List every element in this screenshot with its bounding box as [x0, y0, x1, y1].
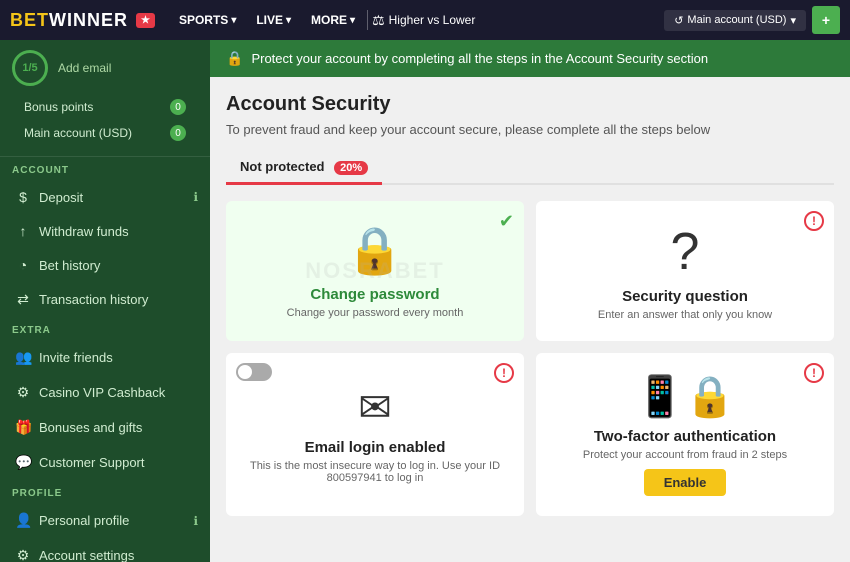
bonus-points-badge: 0 — [170, 99, 186, 115]
sidebar-main-account: Main account (USD) 0 — [12, 120, 198, 146]
security-question-card: ! ? Security question Enter an answer th… — [536, 201, 834, 341]
email-login-card: ! ✉ Email login enabled This is the most… — [226, 353, 524, 516]
higher-lower-nav[interactable]: ⚖ Higher vs Lower — [372, 12, 475, 29]
email-login-toggle[interactable] — [236, 363, 272, 381]
main-layout: 1/5 Add email Bonus points 0 Main accoun… — [0, 40, 850, 562]
protection-badge: 20% — [334, 161, 368, 175]
add-email-link[interactable]: Add email — [58, 61, 111, 75]
alert-lock-icon: 🔒 — [226, 50, 243, 67]
vip-icon: ⚙ — [15, 384, 31, 401]
more-chevron-icon: ▾ — [350, 15, 355, 26]
tab-not-protected[interactable]: Not protected 20% — [226, 151, 382, 185]
nav-balance: ↺ Main account (USD) ▾ + — [664, 6, 840, 34]
security-question-warn-icon: ! — [804, 211, 824, 231]
sidebar-item-transaction-history[interactable]: ⇄ Transaction history — [0, 282, 210, 317]
gift-icon: 🎁 — [15, 419, 31, 436]
sports-nav-item[interactable]: SPORTS ▾ — [171, 9, 244, 31]
withdraw-icon: ↑ — [15, 223, 31, 239]
logo: BETWINNER — [10, 10, 128, 31]
live-nav-item[interactable]: LIVE ▾ — [248, 9, 299, 31]
deposit-info-icon: ℹ — [193, 190, 198, 204]
sidebar-item-deposit[interactable]: $ Deposit ℹ — [0, 180, 210, 214]
support-icon: 💬 — [15, 454, 31, 471]
change-password-title: Change password — [310, 286, 439, 303]
nav-divider — [367, 10, 368, 30]
page-description: To prevent fraud and keep your account s… — [226, 122, 834, 137]
sidebar-item-support[interactable]: 💬 Customer Support — [0, 445, 210, 480]
email-login-title: Email login enabled — [305, 439, 446, 456]
refresh-icon: ↺ — [674, 14, 683, 27]
sidebar-item-bonuses[interactable]: 🎁 Bonuses and gifts — [0, 410, 210, 445]
account-button[interactable]: ↺ Main account (USD) ▾ — [664, 10, 806, 31]
two-factor-warn-icon: ! — [804, 363, 824, 383]
sidebar-item-personal-profile[interactable]: 👤 Personal profile ℹ — [0, 503, 210, 538]
password-status-ok-icon: ✔ — [499, 211, 514, 232]
sidebar-item-withdraw[interactable]: ↑ Withdraw funds — [0, 214, 210, 248]
content-inner: Account Security To prevent fraud and ke… — [210, 77, 850, 532]
extra-section-label: EXTRA — [0, 317, 210, 340]
progress-circle: 1/5 — [12, 50, 48, 86]
main-account-badge: 0 — [170, 125, 186, 141]
deposit-quick-button[interactable]: + — [812, 6, 840, 34]
settings-icon: ⚙ — [15, 547, 31, 562]
account-section-label: ACCOUNT — [0, 157, 210, 180]
main-content: 🔒 Protect your account by completing all… — [210, 40, 850, 562]
sidebar-item-casino-vip[interactable]: ⚙ Casino VIP Cashback — [0, 375, 210, 410]
email-login-desc: This is the most insecure way to log in.… — [242, 460, 508, 484]
alert-bar: 🔒 Protect your account by completing all… — [210, 40, 850, 77]
sidebar: 1/5 Add email Bonus points 0 Main accoun… — [0, 40, 210, 562]
email-card-icon: ✉ — [358, 385, 392, 431]
tabs-row: Not protected 20% — [226, 151, 834, 185]
change-password-desc: Change your password every month — [287, 307, 464, 319]
profile-section-label: PROFILE — [0, 480, 210, 503]
profile-icon: 👤 — [15, 512, 31, 529]
security-question-title: Security question — [622, 288, 748, 305]
page-title: Account Security — [226, 93, 834, 116]
enable-2fa-button[interactable]: Enable — [644, 469, 727, 496]
sidebar-top: 1/5 Add email Bonus points 0 Main accoun… — [0, 40, 210, 157]
account-chevron-icon: ▾ — [790, 14, 796, 27]
friends-icon: 👥 — [15, 349, 31, 366]
two-factor-title: Two-factor authentication — [594, 428, 776, 445]
transaction-icon: ⇄ — [15, 291, 31, 308]
nav-items: SPORTS ▾ LIVE ▾ MORE ▾ ⚖ Higher vs Lower — [171, 9, 475, 31]
logo-badge: ★ — [136, 13, 155, 28]
email-login-warn-icon: ! — [494, 363, 514, 383]
sidebar-item-account-settings[interactable]: ⚙ Account settings — [0, 538, 210, 562]
security-cards-grid: NOSRABET ✔ 🔒 Change password Change your… — [226, 201, 834, 516]
profile-info-icon: ℹ — [193, 514, 198, 528]
lock-card-icon: 🔒 — [346, 223, 403, 278]
two-factor-desc: Protect your account from fraud in 2 ste… — [583, 449, 787, 461]
change-password-card: NOSRABET ✔ 🔒 Change password Change your… — [226, 201, 524, 341]
sidebar-bonus-points: Bonus points 0 — [12, 94, 198, 120]
scale-icon: ⚖ — [372, 12, 385, 29]
sidebar-progress: 1/5 Add email — [12, 50, 198, 86]
clock-icon: ◔ — [15, 257, 31, 273]
live-chevron-icon: ▾ — [286, 15, 291, 26]
top-navigation: BETWINNER ★ SPORTS ▾ LIVE ▾ MORE ▾ ⚖ Hig… — [0, 0, 850, 40]
question-card-icon: ? — [671, 222, 700, 282]
phone-lock-icon: 📱🔒 — [635, 373, 735, 420]
sports-chevron-icon: ▾ — [231, 15, 236, 26]
dollar-icon: $ — [15, 189, 31, 205]
sidebar-item-invite-friends[interactable]: 👥 Invite friends — [0, 340, 210, 375]
sidebar-item-bet-history[interactable]: ◔ Bet history — [0, 248, 210, 282]
security-question-desc: Enter an answer that only you know — [598, 309, 772, 321]
more-nav-item[interactable]: MORE ▾ — [303, 9, 363, 31]
two-factor-card: ! 📱🔒 Two-factor authentication Protect y… — [536, 353, 834, 516]
toggle-switch[interactable] — [236, 363, 272, 381]
